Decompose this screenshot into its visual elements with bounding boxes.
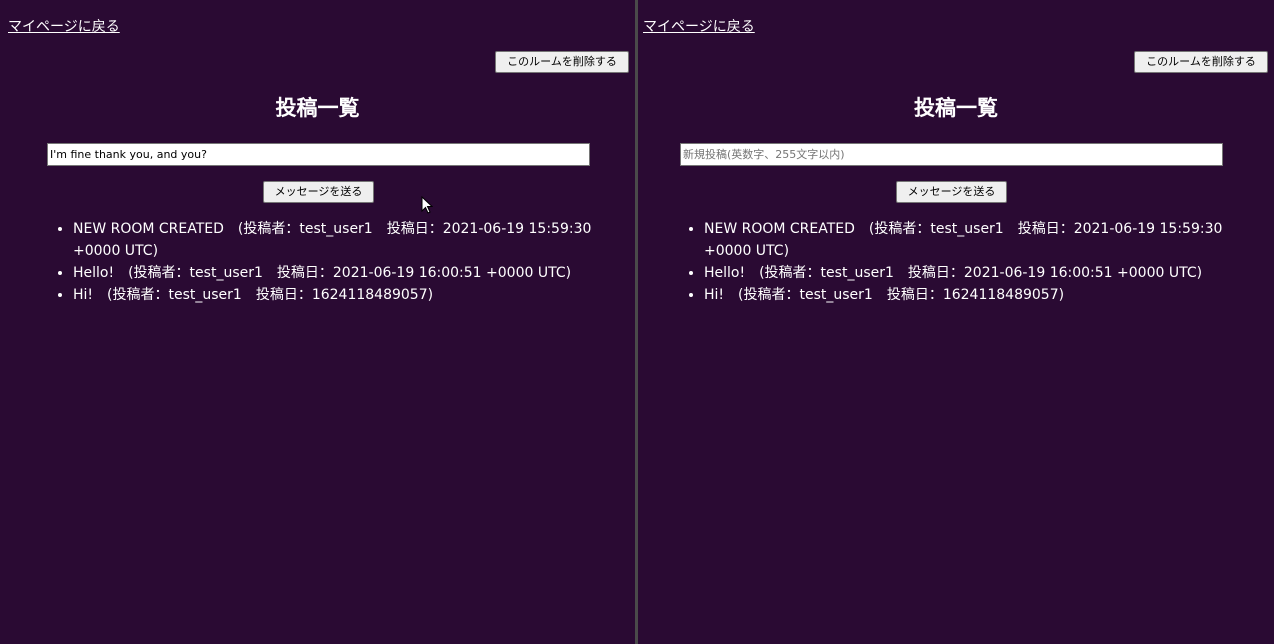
split-screen: マイページに戻る このルームを削除する 投稿一覧 メッセージを送る NEW RO… — [0, 0, 1274, 644]
back-to-mypage-link[interactable]: マイページに戻る — [643, 16, 755, 36]
page-title: 投稿一覧 — [914, 96, 998, 120]
send-message-button[interactable]: メッセージを送る — [263, 181, 374, 203]
post-item: NEW ROOM CREATED (投稿者：test_user1 投稿日：202… — [704, 218, 1250, 262]
post-item: Hello! (投稿者：test_user1 投稿日：2021-06-19 16… — [73, 262, 613, 284]
post-item: NEW ROOM CREATED (投稿者：test_user1 投稿日：202… — [73, 218, 613, 262]
post-item: Hello! (投稿者：test_user1 投稿日：2021-06-19 16… — [704, 262, 1250, 284]
new-post-input[interactable] — [47, 143, 590, 166]
delete-room-button[interactable]: このルームを削除する — [1134, 51, 1268, 73]
post-item: Hi! (投稿者：test_user1 投稿日：1624118489057) — [704, 284, 1250, 306]
browser-pane-left: マイページに戻る このルームを削除する 投稿一覧 メッセージを送る NEW RO… — [0, 0, 635, 644]
new-post-input[interactable] — [680, 143, 1223, 166]
post-item: Hi! (投稿者：test_user1 投稿日：1624118489057) — [73, 284, 613, 306]
post-list: NEW ROOM CREATED (投稿者：test_user1 投稿日：202… — [678, 218, 1250, 306]
page-title: 投稿一覧 — [275, 96, 360, 120]
arrow-cursor-icon — [421, 196, 433, 214]
back-to-mypage-link[interactable]: マイページに戻る — [8, 16, 120, 36]
post-list: NEW ROOM CREATED (投稿者：test_user1 投稿日：202… — [47, 218, 613, 306]
delete-room-button[interactable]: このルームを削除する — [495, 51, 629, 73]
browser-pane-right: マイページに戻る このルームを削除する 投稿一覧 メッセージを送る NEW RO… — [638, 0, 1274, 644]
send-message-button[interactable]: メッセージを送る — [896, 181, 1007, 203]
